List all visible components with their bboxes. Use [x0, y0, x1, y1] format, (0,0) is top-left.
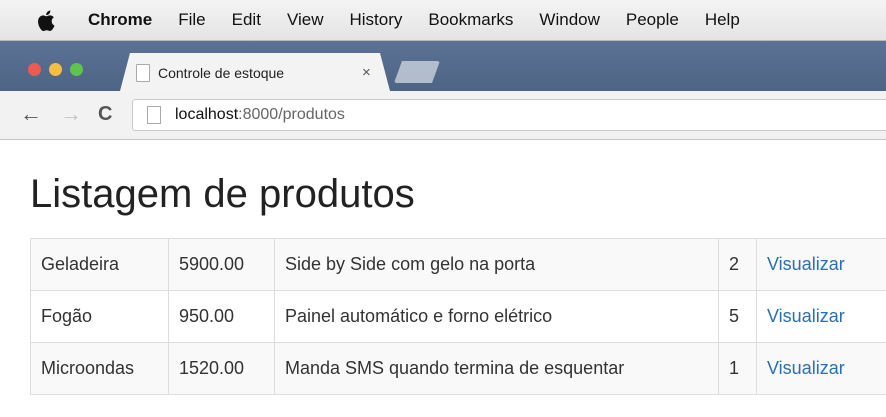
- view-cell: Visualizar: [756, 290, 886, 343]
- tab-strip: Controle de estoque ×: [0, 41, 886, 91]
- back-arrow-icon[interactable]: ←: [20, 103, 42, 125]
- menu-bookmarks[interactable]: Bookmarks: [428, 10, 513, 30]
- forward-arrow-icon[interactable]: →: [60, 103, 82, 125]
- url-host: localhost: [175, 106, 239, 123]
- address-bar[interactable]: localhost:8000/produtos: [132, 99, 886, 131]
- product-price: 1520.00: [168, 342, 275, 395]
- product-name: Fogão: [30, 290, 169, 343]
- page-title: Listagem de produtos: [30, 172, 415, 216]
- tab-title: Controle de estoque: [158, 65, 285, 81]
- product-description: Painel automático e forno elétrico: [274, 290, 719, 343]
- product-name: Geladeira: [30, 238, 169, 291]
- url-path: :8000/produtos: [238, 106, 345, 123]
- page-icon: [147, 106, 161, 124]
- apple-menu-icon[interactable]: [36, 9, 56, 31]
- reload-icon[interactable]: C: [98, 103, 112, 125]
- menu-edit[interactable]: Edit: [232, 10, 261, 30]
- menu-history[interactable]: History: [349, 10, 402, 30]
- products-table: Geladeira 5900.00 Side by Side com gelo …: [30, 238, 886, 395]
- product-quantity: 5: [718, 290, 757, 343]
- close-window-button[interactable]: [28, 63, 41, 76]
- view-product-link[interactable]: Visualizar: [767, 254, 845, 274]
- view-cell: Visualizar: [756, 238, 886, 291]
- menu-view[interactable]: View: [287, 10, 324, 30]
- new-tab-button[interactable]: [394, 61, 440, 83]
- menu-help[interactable]: Help: [705, 10, 740, 30]
- view-product-link[interactable]: Visualizar: [767, 306, 845, 326]
- product-price: 5900.00: [168, 238, 275, 291]
- tab-page-icon: [136, 64, 150, 82]
- table-row: Microondas 1520.00 Manda SMS quando term…: [30, 342, 886, 395]
- menu-app-chrome[interactable]: Chrome: [88, 10, 152, 30]
- product-description: Manda SMS quando termina de esquentar: [274, 342, 719, 395]
- menu-people[interactable]: People: [626, 10, 679, 30]
- zoom-window-button[interactable]: [70, 63, 83, 76]
- menu-file[interactable]: File: [178, 10, 205, 30]
- product-description: Side by Side com gelo na porta: [274, 238, 719, 291]
- menu-window[interactable]: Window: [539, 10, 599, 30]
- browser-toolbar: ← → C localhost:8000/produtos: [0, 91, 886, 140]
- product-price: 950.00: [168, 290, 275, 343]
- menu-bar: Chrome File Edit View History Bookmarks …: [0, 0, 886, 41]
- product-name: Microondas: [30, 342, 169, 395]
- table-row: Geladeira 5900.00 Side by Side com gelo …: [30, 238, 886, 291]
- url-text: localhost:8000/produtos: [175, 106, 345, 124]
- table-row: Fogão 950.00 Painel automático e forno e…: [30, 290, 886, 343]
- view-cell: Visualizar: [756, 342, 886, 395]
- minimize-window-button[interactable]: [49, 63, 62, 76]
- view-product-link[interactable]: Visualizar: [767, 358, 845, 378]
- product-quantity: 1: [718, 342, 757, 395]
- product-quantity: 2: [718, 238, 757, 291]
- tab-close-icon[interactable]: ×: [362, 64, 371, 81]
